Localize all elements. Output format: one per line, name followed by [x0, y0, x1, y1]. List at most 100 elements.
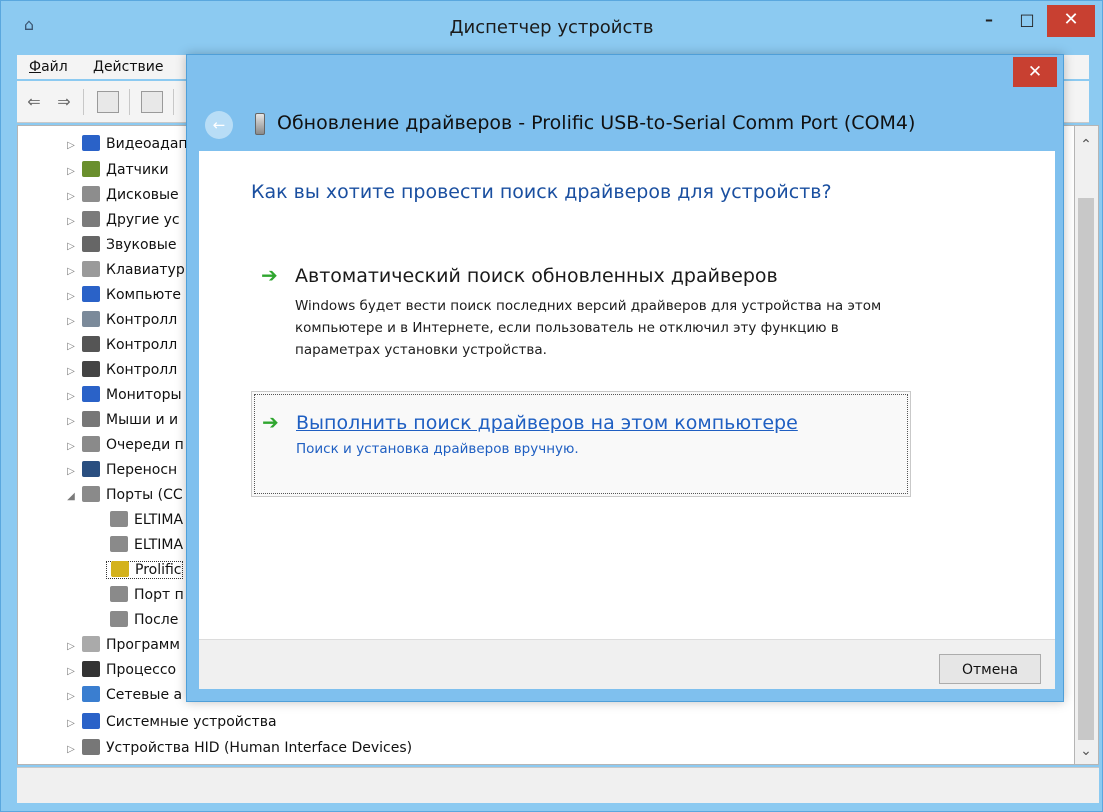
port-icon: [110, 611, 128, 627]
tree-item[interactable]: ▷ Другие ус: [64, 208, 180, 232]
menu-action[interactable]: Действие: [93, 59, 163, 75]
properties-icon[interactable]: [97, 91, 119, 113]
keyboard-icon: [82, 261, 100, 277]
disk-drive-icon: [82, 186, 100, 202]
bus-controller-icon: [82, 361, 100, 377]
printer-icon: [82, 436, 100, 452]
expand-arrow-icon[interactable]: ▷: [64, 335, 78, 359]
tree-item-selected[interactable]: Prolific: [106, 558, 183, 582]
maximize-button[interactable]: □: [1011, 5, 1043, 37]
network-adapter-icon: [82, 686, 100, 702]
system-device-icon: [82, 713, 100, 729]
expand-arrow-icon[interactable]: ▷: [64, 660, 78, 684]
warning-port-icon: [111, 561, 129, 577]
expand-arrow-icon[interactable]: ▷: [64, 385, 78, 409]
vertical-scrollbar[interactable]: ⌃ ⌄: [1075, 125, 1099, 765]
expand-arrow-icon[interactable]: ▷: [64, 360, 78, 384]
toolbar-separator: [83, 89, 84, 115]
expand-arrow-icon[interactable]: ▷: [64, 460, 78, 484]
port-icon: [82, 486, 100, 502]
processor-icon: [82, 661, 100, 677]
manual-search-option[interactable]: ➔ Выполнить поиск драйверов на этом комп…: [251, 391, 911, 497]
manual-search-description: Поиск и установка драйверов вручную.: [296, 441, 579, 457]
tree-item[interactable]: ▷ Переносн: [64, 458, 177, 482]
auto-search-description: Windows будет вести поиск последних верс…: [295, 298, 882, 358]
menu-file[interactable]: Файл: [29, 59, 68, 75]
port-icon: [110, 586, 128, 602]
expand-arrow-icon[interactable]: ▷: [64, 635, 78, 659]
tree-item[interactable]: После: [106, 608, 178, 632]
expand-arrow-icon[interactable]: ▷: [64, 260, 78, 284]
toolbar-separator: [129, 89, 130, 115]
expand-arrow-icon[interactable]: ▷: [64, 160, 78, 184]
update-driver-dialog: ✕ ← Обновление драйверов - Prolific USB-…: [186, 54, 1064, 702]
tree-item[interactable]: ▷ Контролл: [64, 358, 177, 382]
scroll-down-icon[interactable]: ⌄: [1075, 740, 1097, 762]
expand-arrow-icon[interactable]: ▷: [64, 185, 78, 209]
tree-item[interactable]: ▷ Клавиатур: [64, 258, 185, 282]
tree-item[interactable]: ▷ Устройства HID (Human Interface Devices…: [64, 736, 412, 760]
expand-arrow-icon[interactable]: ▷: [64, 685, 78, 709]
forward-arrow-icon[interactable]: ⇒: [53, 91, 75, 113]
tree-item[interactable]: ▷ Звуковые: [64, 233, 176, 257]
manual-search-title: Выполнить поиск драйверов на этом компью…: [296, 412, 798, 434]
tree-item[interactable]: ELTIMA: [106, 508, 183, 532]
tree-item[interactable]: ▷ Контролл: [64, 308, 177, 332]
auto-search-option[interactable]: ➔ Автоматический поиск обновленных драйв…: [251, 259, 911, 359]
usb-controller-icon: [82, 336, 100, 352]
expand-arrow-icon[interactable]: ▷: [64, 310, 78, 334]
tree-item[interactable]: Порт п: [106, 583, 184, 607]
tree-item[interactable]: ▷ Дисковые: [64, 183, 179, 207]
tree-item[interactable]: ELTIMA: [106, 533, 183, 557]
monitor-icon: [82, 386, 100, 402]
tree-item[interactable]: ▷ Системные устройства: [64, 710, 277, 734]
expand-arrow-icon[interactable]: ▷: [64, 738, 78, 762]
expand-arrow-icon[interactable]: ▷: [64, 134, 78, 158]
cancel-button[interactable]: Отмена: [939, 654, 1041, 684]
storage-controller-icon: [82, 311, 100, 327]
port-icon: [110, 536, 128, 552]
expand-arrow-icon[interactable]: ▷: [64, 410, 78, 434]
tree-item[interactable]: ▷ Очереди п: [64, 433, 184, 457]
dialog-content: Как вы хотите провести поиск драйверов д…: [199, 151, 1055, 639]
expand-arrow-icon[interactable]: ▷: [64, 435, 78, 459]
tree-item[interactable]: ▷ Мыши и и: [64, 408, 178, 432]
expand-arrow-icon[interactable]: ▷: [64, 712, 78, 736]
tree-item[interactable]: ▷ Сетевые а: [64, 683, 182, 707]
usb-device-icon: [255, 113, 265, 135]
tree-item[interactable]: ◢ Порты (CC: [64, 483, 183, 507]
dialog-question: Как вы хотите провести поиск драйверов д…: [251, 181, 832, 203]
scroll-up-icon[interactable]: ⌃: [1075, 134, 1097, 156]
display-adapter-icon: [82, 135, 100, 151]
tree-item[interactable]: ▷ Контролл: [64, 333, 177, 357]
tree-item[interactable]: ▷ Мониторы: [64, 383, 182, 407]
dialog-footer: Отмена: [199, 639, 1055, 689]
expand-arrow-icon[interactable]: ▷: [64, 210, 78, 234]
expand-arrow-icon[interactable]: ▷: [64, 235, 78, 259]
hid-device-icon: [82, 739, 100, 755]
computer-icon: [82, 286, 100, 302]
dialog-title: Обновление драйверов - Prolific USB-to-S…: [277, 112, 916, 134]
selected-item-box: Prolific: [106, 561, 183, 579]
tree-item[interactable]: ▷ Видеоадап: [64, 132, 188, 156]
back-icon[interactable]: ←: [205, 111, 233, 139]
tree-item[interactable]: ▷ Компьюте: [64, 283, 181, 307]
main-titlebar[interactable]: ⌂ Диспетчер устройств – □ ✕: [1, 1, 1102, 53]
help-icon[interactable]: [141, 91, 163, 113]
portable-device-icon: [82, 461, 100, 477]
tree-item[interactable]: ▷ Процессо: [64, 658, 176, 682]
expand-arrow-icon[interactable]: ▷: [64, 285, 78, 309]
collapse-arrow-icon[interactable]: ◢: [64, 485, 78, 509]
scroll-thumb[interactable]: [1078, 198, 1094, 740]
back-arrow-icon[interactable]: ⇐: [23, 91, 45, 113]
dialog-close-button[interactable]: ✕: [1013, 57, 1057, 87]
green-arrow-icon: ➔: [262, 410, 279, 434]
tree-item[interactable]: ▷ Программ: [64, 633, 180, 657]
minimize-button[interactable]: –: [973, 5, 1005, 37]
main-window-title: Диспетчер устройств: [449, 17, 654, 38]
close-button[interactable]: ✕: [1047, 5, 1095, 37]
toolbar-separator: [173, 89, 174, 115]
other-device-icon: [82, 211, 100, 227]
auto-search-title: Автоматический поиск обновленных драйвер…: [295, 265, 778, 287]
tree-item[interactable]: ▷ Датчики: [64, 158, 169, 182]
